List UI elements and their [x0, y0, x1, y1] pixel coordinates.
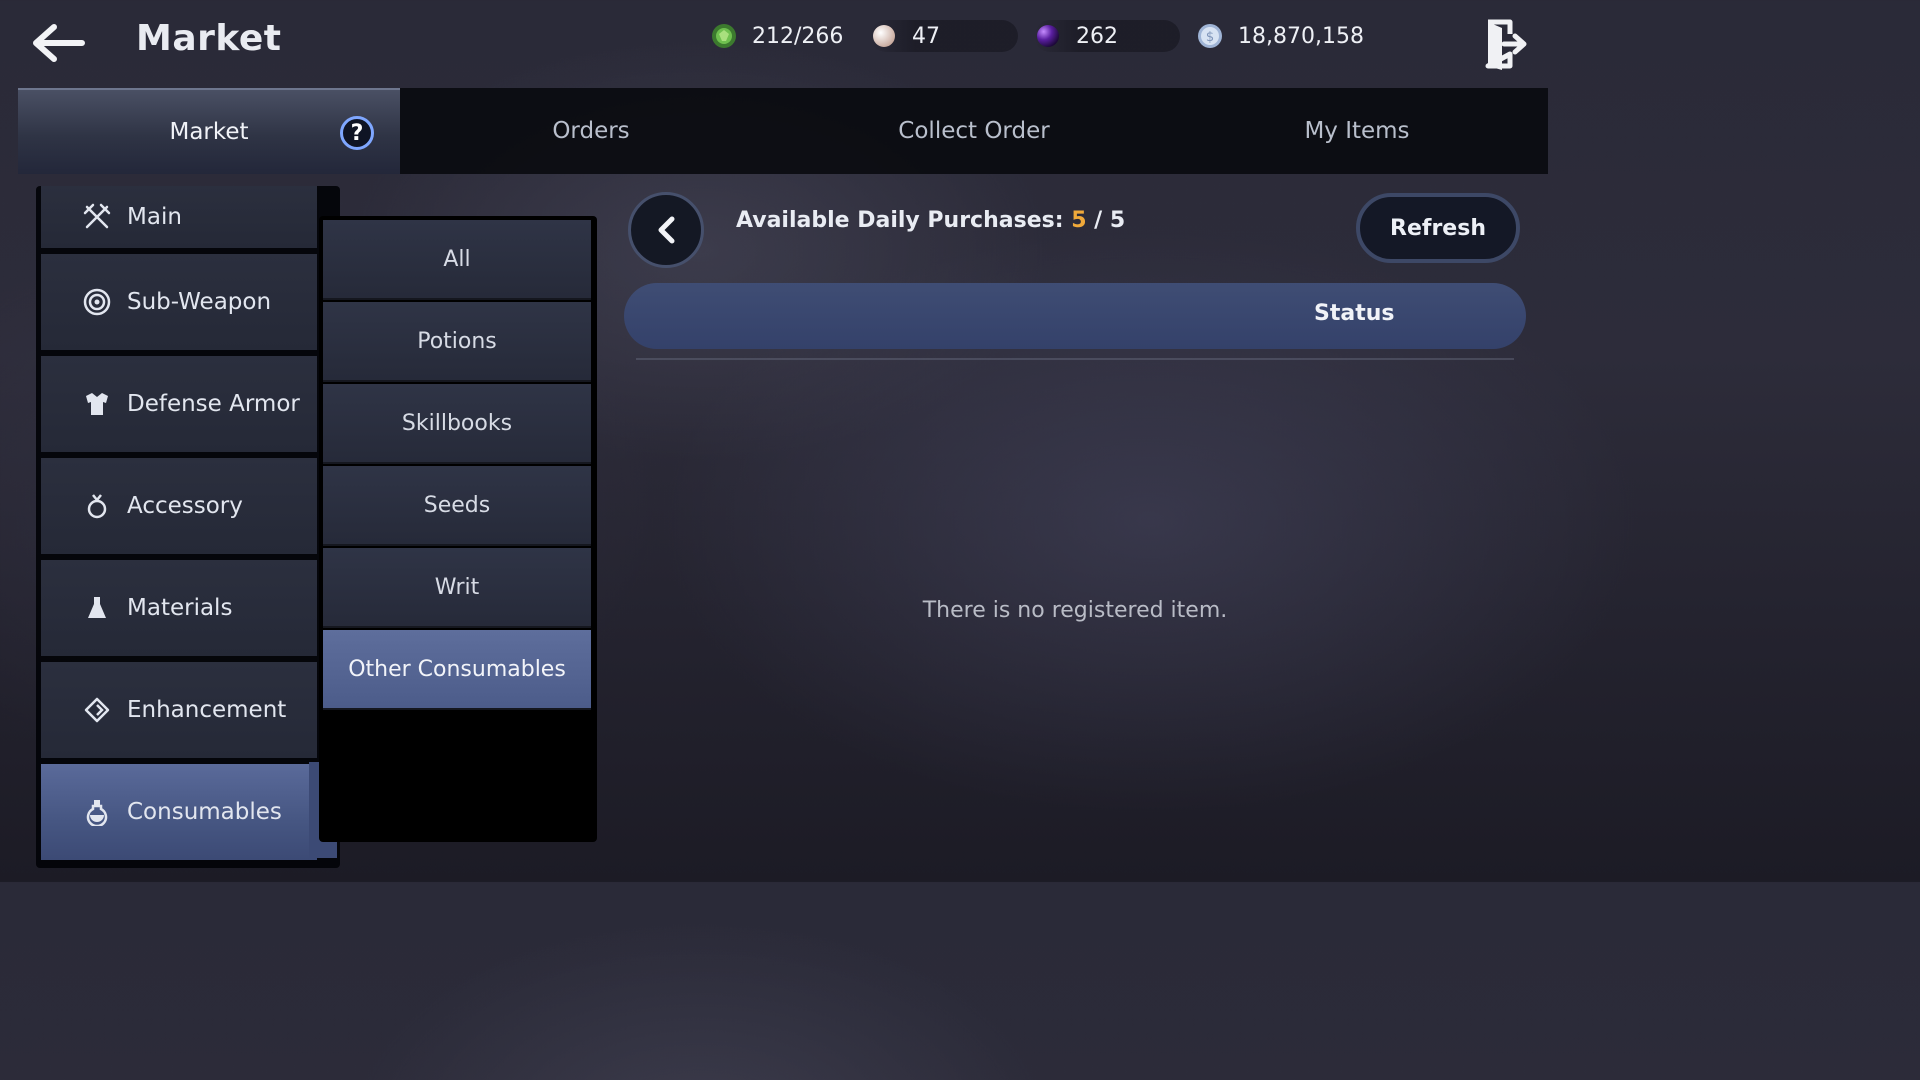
daily-purchases: Available Daily Purchases: 5 / 5	[736, 208, 1125, 233]
category-accessory-label: Accessory	[127, 493, 243, 519]
diamond-icon	[84, 697, 110, 723]
resource-silver-value: 18,870,158	[1238, 23, 1364, 49]
resource-weight-value: 212/266	[752, 23, 844, 49]
resource-black-pearl-value: 262	[1076, 23, 1118, 49]
category-sub-weapon-label: Sub-Weapon	[127, 289, 272, 315]
chevron-left-icon	[658, 216, 675, 244]
resource-black-pearl: 262	[1034, 20, 1180, 52]
arrow-left-icon	[33, 24, 85, 62]
tab-market-label: Market	[169, 119, 249, 145]
back-button[interactable]	[28, 18, 90, 68]
subcategory-potions[interactable]: Potions	[323, 302, 591, 382]
category-materials[interactable]: Materials	[41, 560, 317, 656]
refresh-button-label: Refresh	[1390, 215, 1486, 241]
tab-my-items-label: My Items	[1304, 118, 1410, 144]
category-sub-weapon[interactable]: Sub-Weapon	[41, 254, 317, 350]
green-gem-icon	[712, 24, 736, 48]
purple-orb-icon	[1037, 25, 1059, 47]
subcategory-writ[interactable]: Writ	[323, 548, 591, 628]
crossed-swords-icon	[83, 203, 111, 229]
pearl-icon	[873, 25, 895, 47]
category-defense-armor[interactable]: Defense Armor	[41, 356, 317, 452]
subcategory-all-label: All	[443, 246, 471, 272]
tab-collect-order[interactable]: Collect Order	[782, 88, 1166, 174]
daily-purchases-current: 5	[1071, 208, 1087, 233]
subcategory-skillbooks[interactable]: Skillbooks	[323, 384, 591, 464]
subcategory-seeds[interactable]: Seeds	[323, 466, 591, 546]
page-title: Market	[136, 18, 282, 59]
refresh-button[interactable]: Refresh	[1356, 193, 1520, 263]
tab-orders[interactable]: Orders	[400, 88, 782, 174]
category-main-label: Main	[127, 204, 182, 230]
help-button[interactable]: ?	[340, 116, 374, 150]
tab-collect-order-label: Collect Order	[898, 118, 1050, 144]
ring-icon	[87, 494, 107, 519]
category-enhancement-label: Enhancement	[127, 697, 287, 723]
tab-market[interactable]: Market ?	[18, 88, 400, 174]
subcategory-potions-label: Potions	[417, 328, 497, 354]
list-divider	[636, 358, 1514, 360]
exit-door-icon	[1485, 19, 1527, 70]
category-defense-armor-label: Defense Armor	[127, 391, 300, 417]
tab-my-items[interactable]: My Items	[1166, 88, 1548, 174]
daily-purchases-label: Available Daily Purchases:	[736, 208, 1064, 233]
resource-silver: $ 18,870,158	[1196, 20, 1396, 52]
category-panel: Main Sub-Weapon Defense Armor Accessory …	[36, 186, 340, 868]
category-enhancement[interactable]: Enhancement	[41, 662, 317, 758]
armor-icon	[86, 393, 108, 415]
category-accessory[interactable]: Accessory	[41, 458, 317, 554]
subcategory-other-consumables[interactable]: Other Consumables	[323, 630, 591, 710]
daily-purchases-separator: /	[1094, 208, 1103, 233]
subcategory-panel: All Potions Skillbooks Seeds Writ Other …	[319, 216, 597, 842]
resource-pearl-value: 47	[912, 23, 940, 49]
subcategory-other-consumables-label: Other Consumables	[348, 656, 566, 682]
status-column-header: Status	[1314, 301, 1395, 326]
target-icon	[83, 288, 111, 316]
silver-coin-icon: $	[1198, 24, 1222, 48]
status-header-bar: Status	[624, 283, 1526, 349]
subcategory-all[interactable]: All	[323, 220, 591, 300]
subcategory-writ-label: Writ	[434, 574, 480, 600]
flask-icon	[88, 597, 106, 618]
category-main[interactable]: Main	[41, 186, 317, 248]
category-consumables-label: Consumables	[127, 799, 282, 825]
resource-pearl: 47	[870, 20, 1018, 52]
question-mark-icon: ?	[350, 120, 364, 146]
tab-bar: Market ? Orders Collect Order My Items	[18, 88, 1548, 174]
potion-icon	[86, 800, 108, 826]
resource-weight: 212/266	[710, 20, 860, 52]
daily-purchases-max: 5	[1109, 208, 1126, 233]
subcategory-skillbooks-label: Skillbooks	[401, 410, 513, 436]
list-back-button[interactable]	[628, 192, 704, 268]
tab-orders-label: Orders	[552, 118, 630, 144]
exit-button[interactable]	[1482, 18, 1532, 70]
category-materials-label: Materials	[127, 595, 233, 621]
subcategory-seeds-label: Seeds	[423, 492, 491, 518]
empty-list-message: There is no registered item.	[922, 598, 1228, 623]
category-consumables[interactable]: Consumables	[41, 764, 317, 860]
svg-text:$: $	[1206, 30, 1214, 45]
